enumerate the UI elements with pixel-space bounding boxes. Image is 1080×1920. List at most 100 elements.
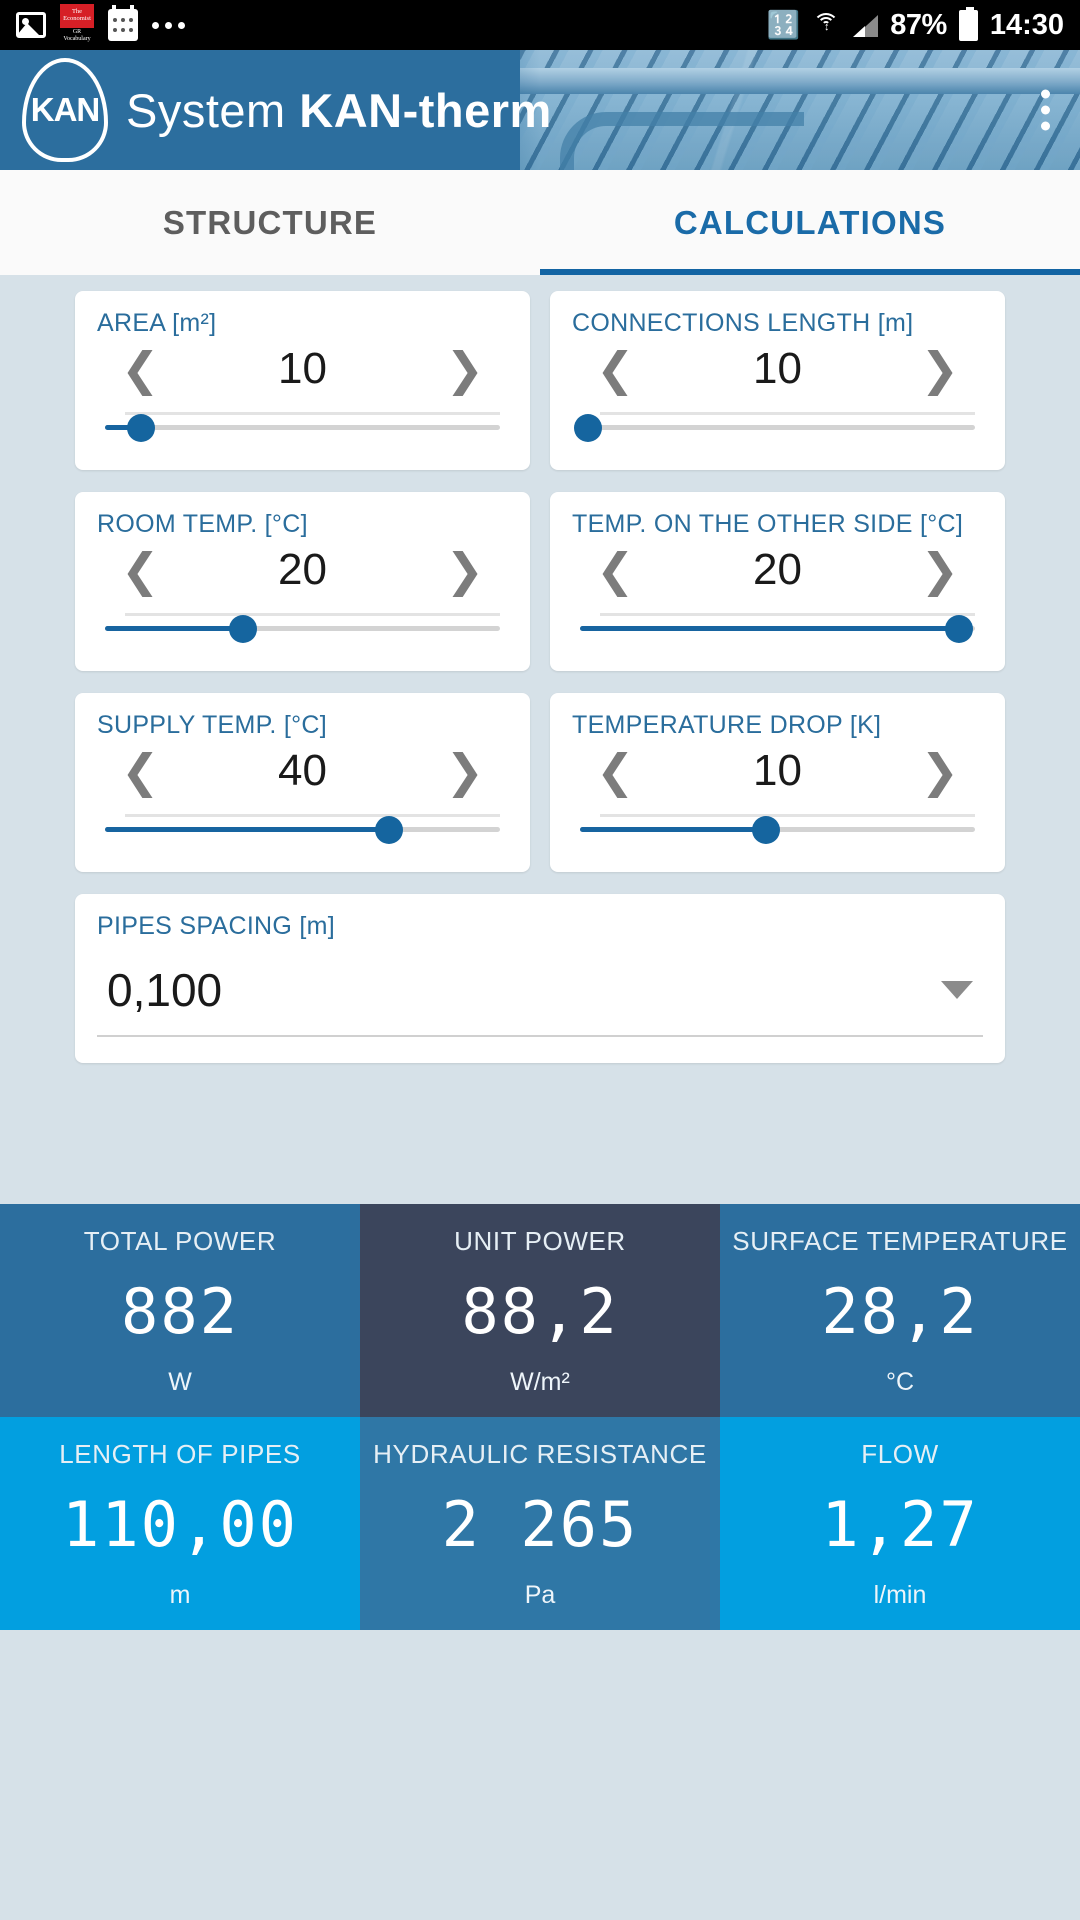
results-panel: TOTAL POWER 882 W UNIT POWER 88,2 W/m² S… xyxy=(0,1204,1080,1630)
field-area: AREA [m²] ❮ 10 ❯ xyxy=(75,291,530,470)
chevron-left-icon[interactable]: ❮ xyxy=(586,748,645,794)
field-value[interactable]: 10 xyxy=(278,344,327,394)
field-temperature-drop: TEMPERATURE DROP [K] ❮ 10 ❯ xyxy=(550,693,1005,872)
selected-value: 0,100 xyxy=(107,964,223,1016)
slider-supply-temp[interactable] xyxy=(97,806,508,848)
result-title: LENGTH OF PIPES xyxy=(59,1439,301,1469)
economist-line2: Economist xyxy=(63,15,91,22)
field-pipes-spacing: PIPES SPACING [m] 0,100 xyxy=(75,894,1005,1063)
chevron-right-icon[interactable]: ❯ xyxy=(435,748,494,794)
result-unit: l/min xyxy=(873,1581,927,1609)
chevron-left-icon[interactable]: ❮ xyxy=(111,346,170,392)
result-total-power: TOTAL POWER 882 W xyxy=(0,1204,360,1417)
economist-sub2: Vocabulary xyxy=(63,35,91,42)
field-row: SUPPLY TEMP. [°C] ❮ 40 ❯ TEMPERATURE DRO… xyxy=(0,693,1080,872)
chevron-right-icon[interactable]: ❯ xyxy=(435,547,494,593)
result-title: FLOW xyxy=(861,1439,939,1469)
chevron-right-icon[interactable]: ❯ xyxy=(435,346,494,392)
kan-logo-text: KAN xyxy=(30,91,100,128)
tab-calculations[interactable]: CALCULATIONS xyxy=(540,170,1080,275)
field-label: PIPES SPACING [m] xyxy=(97,912,336,940)
field-label: TEMP. ON THE OTHER SIDE [°C] xyxy=(572,510,964,538)
field-value[interactable]: 20 xyxy=(753,545,802,595)
chevron-left-icon[interactable]: ❮ xyxy=(586,346,645,392)
result-hydraulic-resistance: HYDRAULIC RESISTANCE 2 265 Pa xyxy=(360,1417,720,1630)
result-unit-power: UNIT POWER 88,2 W/m² xyxy=(360,1204,720,1417)
field-row: ROOM TEMP. [°C] ❮ 20 ❯ TEMP. ON THE OTHE… xyxy=(0,492,1080,671)
field-value[interactable]: 20 xyxy=(278,545,327,595)
field-label: AREA [m²] xyxy=(97,309,217,337)
battery-percent-label: 87% xyxy=(890,8,947,41)
app-title-bold: KAN-therm xyxy=(299,83,552,137)
clock-label: 14:30 xyxy=(989,8,1064,41)
battery-full-icon xyxy=(958,6,978,41)
slider-temp-other-side[interactable] xyxy=(572,605,983,647)
result-title: TOTAL POWER xyxy=(83,1226,277,1256)
stepper: ❮ 10 ❯ xyxy=(572,740,983,798)
results-row-bottom: LENGTH OF PIPES 110,00 m HYDRAULIC RESIS… xyxy=(0,1417,1080,1630)
more-notifications-icon xyxy=(152,21,185,29)
slider-area[interactable] xyxy=(97,404,508,446)
chevron-left-icon[interactable]: ❮ xyxy=(586,547,645,593)
gallery-icon xyxy=(16,12,46,38)
result-title: HYDRAULIC RESISTANCE xyxy=(373,1439,707,1469)
field-value[interactable]: 10 xyxy=(753,746,802,796)
result-value: 110,00 xyxy=(62,1488,298,1561)
economist-icon: The Economist GR Vocabulary xyxy=(60,4,94,46)
field-temp-other-side: TEMP. ON THE OTHER SIDE [°C] ❮ 20 ❯ xyxy=(550,492,1005,671)
brand-logo: KAN System KAN-therm xyxy=(0,58,552,162)
status-indicators: 🔢 ↕ 87% 14:30 xyxy=(766,6,1064,42)
stepper: ❮ 10 ❯ xyxy=(97,338,508,396)
result-surface-temperature: SURFACE TEMPERATURE 28,2 °C xyxy=(720,1204,1080,1417)
economist-sub1: GR xyxy=(72,29,82,35)
stepper: ❮ 20 ❯ xyxy=(97,539,508,597)
wifi-icon: ↕ xyxy=(812,13,840,37)
results-row-top: TOTAL POWER 882 W UNIT POWER 88,2 W/m² S… xyxy=(0,1204,1080,1417)
chevron-right-icon[interactable]: ❯ xyxy=(910,748,969,794)
app-title-light: System xyxy=(126,83,300,137)
result-length-of-pipes: LENGTH OF PIPES 110,00 m xyxy=(0,1417,360,1630)
result-value: 88,2 xyxy=(461,1275,619,1348)
chevron-right-icon[interactable]: ❯ xyxy=(910,346,969,392)
chevron-right-icon[interactable]: ❯ xyxy=(910,547,969,593)
dropdown-triangle-icon[interactable] xyxy=(941,981,973,999)
field-value[interactable]: 10 xyxy=(753,344,802,394)
status-bar: The Economist GR Vocabulary 🔢 ↕ 87% 14:3… xyxy=(0,0,1080,50)
field-label: TEMPERATURE DROP [K] xyxy=(572,711,882,739)
slider-connections-length[interactable] xyxy=(572,404,983,446)
field-row: AREA [m²] ❮ 10 ❯ CONNECTIONS LENGTH [m] … xyxy=(0,291,1080,470)
stepper: ❮ 10 ❯ xyxy=(572,338,983,396)
result-value: 882 xyxy=(121,1275,239,1348)
stepper: ❮ 40 ❯ xyxy=(97,740,508,798)
result-unit: °C xyxy=(885,1368,915,1396)
result-value: 2 265 xyxy=(441,1488,639,1561)
result-unit: Pa xyxy=(524,1581,556,1609)
slider-room-temp[interactable] xyxy=(97,605,508,647)
tab-structure[interactable]: STRUCTURE xyxy=(0,170,540,275)
chevron-left-icon[interactable]: ❮ xyxy=(111,547,170,593)
result-flow: FLOW 1,27 l/min xyxy=(720,1417,1080,1630)
bluetooth-icon: 🔢 xyxy=(766,9,801,40)
result-title: UNIT POWER xyxy=(454,1226,626,1256)
field-label: CONNECTIONS LENGTH [m] xyxy=(572,309,914,337)
pipes-background-image xyxy=(520,50,1080,170)
field-label: SUPPLY TEMP. [°C] xyxy=(97,711,328,739)
field-room-temp: ROOM TEMP. [°C] ❮ 20 ❯ xyxy=(75,492,530,671)
result-value: 28,2 xyxy=(821,1275,979,1348)
overflow-menu-icon[interactable] xyxy=(1041,89,1050,131)
chevron-left-icon[interactable]: ❮ xyxy=(111,748,170,794)
result-title: SURFACE TEMPERATURE xyxy=(732,1226,1068,1256)
slider-temperature-drop[interactable] xyxy=(572,806,983,848)
page-title: System KAN-therm xyxy=(126,83,552,138)
notification-icons: The Economist GR Vocabulary xyxy=(16,4,185,46)
field-value[interactable]: 40 xyxy=(278,746,327,796)
result-value: 1,27 xyxy=(821,1488,979,1561)
field-label: ROOM TEMP. [°C] xyxy=(97,510,308,538)
result-unit: W/m² xyxy=(510,1368,570,1396)
result-unit: m xyxy=(169,1581,191,1609)
calculations-panel: AREA [m²] ❮ 10 ❯ CONNECTIONS LENGTH [m] … xyxy=(0,275,1080,1630)
result-unit: W xyxy=(168,1368,192,1396)
app-header: KAN System KAN-therm xyxy=(0,50,1080,170)
field-supply-temp: SUPPLY TEMP. [°C] ❮ 40 ❯ xyxy=(75,693,530,872)
pipes-spacing-select[interactable]: 0,100 xyxy=(97,963,983,1037)
